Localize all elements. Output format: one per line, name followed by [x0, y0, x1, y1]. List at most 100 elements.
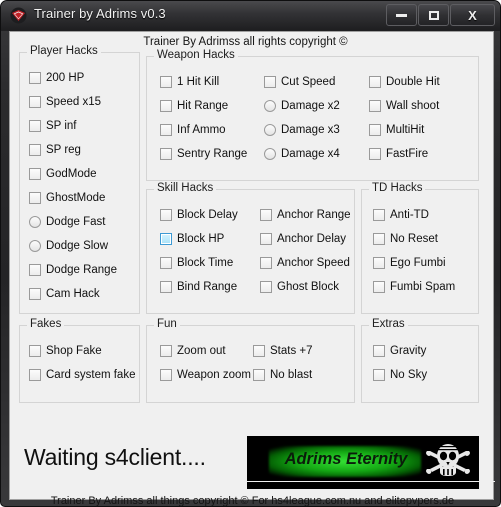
option-speed-x15[interactable]: Speed x15 — [29, 95, 101, 109]
option-weapon-zoom[interactable]: Weapon zoom — [160, 368, 251, 382]
option-ghostmode[interactable]: GhostMode — [29, 191, 105, 205]
checkbox-icon[interactable] — [160, 345, 172, 357]
checkbox-icon[interactable] — [160, 369, 172, 381]
checkbox-icon[interactable] — [369, 124, 381, 136]
status-text: Waiting s4client.... — [24, 444, 206, 470]
checkbox-icon[interactable] — [373, 369, 385, 381]
option-no-sky[interactable]: No Sky — [373, 368, 427, 382]
radio-icon[interactable] — [264, 100, 276, 112]
option-bind-range[interactable]: Bind Range — [160, 280, 237, 294]
checkbox-icon[interactable] — [29, 96, 41, 108]
close-button[interactable]: X — [450, 4, 495, 26]
option-dodge-fast[interactable]: Dodge Fast — [29, 215, 105, 229]
checkbox-icon[interactable] — [29, 264, 41, 276]
option-sp-reg[interactable]: SP reg — [29, 143, 81, 157]
checkbox-icon[interactable] — [29, 369, 41, 381]
minimize-button[interactable] — [386, 4, 417, 26]
option-label: Shop Fake — [46, 345, 102, 357]
radio-icon[interactable] — [29, 216, 41, 228]
checkbox-icon[interactable] — [160, 76, 172, 88]
option-card-system-fake[interactable]: Card system fake — [29, 368, 135, 382]
checkbox-icon[interactable] — [369, 100, 381, 112]
option-sp-inf[interactable]: SP inf — [29, 119, 76, 133]
checkbox-icon[interactable] — [373, 345, 385, 357]
option-label: Damage x2 — [281, 100, 340, 112]
option-200-hp[interactable]: 200 HP — [29, 71, 84, 85]
checkbox-icon[interactable] — [160, 233, 172, 245]
option-double-hit[interactable]: Double Hit — [369, 75, 440, 89]
option-ghost-block[interactable]: Ghost Block — [260, 280, 339, 294]
option-dodge-slow[interactable]: Dodge Slow — [29, 239, 108, 253]
option-anchor-delay[interactable]: Anchor Delay — [260, 232, 346, 246]
checkbox-icon[interactable] — [160, 257, 172, 269]
checkbox-icon[interactable] — [260, 257, 272, 269]
option-ego-fumbi[interactable]: Ego Fumbi — [373, 256, 446, 270]
checkbox-icon[interactable] — [29, 345, 41, 357]
checkbox-icon[interactable] — [253, 345, 265, 357]
checkbox-icon[interactable] — [260, 281, 272, 293]
option-anti-td[interactable]: Anti-TD — [373, 208, 429, 222]
maximize-button[interactable] — [418, 4, 449, 26]
checkbox-icon[interactable] — [260, 233, 272, 245]
option-label: Anchor Delay — [277, 233, 347, 245]
option-label: Anchor Speed — [277, 257, 350, 269]
option-damage-x3[interactable]: Damage x3 — [264, 123, 340, 137]
group-label-player-hacks: Player Hacks — [27, 45, 101, 57]
checkbox-icon[interactable] — [160, 148, 172, 160]
option-inf-ammo[interactable]: Inf Ammo — [160, 123, 226, 137]
option-cut-speed[interactable]: Cut Speed — [264, 75, 335, 89]
option-dodge-range[interactable]: Dodge Range — [29, 263, 117, 277]
maximize-icon — [428, 10, 439, 20]
option-no-reset[interactable]: No Reset — [373, 232, 438, 246]
option-label: 200 HP — [46, 72, 85, 84]
option-zoom-out[interactable]: Zoom out — [160, 344, 226, 358]
option-cam-hack[interactable]: Cam Hack — [29, 287, 100, 301]
option-anchor-speed[interactable]: Anchor Speed — [260, 256, 350, 270]
option-fastfire[interactable]: FastFire — [369, 147, 428, 161]
option-godmode[interactable]: GodMode — [29, 167, 97, 181]
checkbox-icon[interactable] — [29, 120, 41, 132]
window-title: Trainer by Adrims v0.3 — [34, 6, 166, 21]
option-wall-shoot[interactable]: Wall shoot — [369, 99, 439, 113]
option-block-hp[interactable]: Block HP — [160, 232, 224, 246]
checkbox-icon[interactable] — [29, 192, 41, 204]
checkbox-icon[interactable] — [373, 233, 385, 245]
checkbox-icon[interactable] — [373, 281, 385, 293]
checkbox-icon[interactable] — [264, 76, 276, 88]
option-block-time[interactable]: Block Time — [160, 256, 233, 270]
option-damage-x4[interactable]: Damage x4 — [264, 147, 340, 161]
option-sentry-range[interactable]: Sentry Range — [160, 147, 247, 161]
radio-icon[interactable] — [264, 124, 276, 136]
radio-icon[interactable] — [29, 240, 41, 252]
checkbox-icon[interactable] — [373, 209, 385, 221]
option-anchor-range[interactable]: Anchor Range — [260, 208, 351, 222]
checkbox-icon[interactable] — [369, 148, 381, 160]
option-gravity[interactable]: Gravity — [373, 344, 426, 358]
option-block-delay[interactable]: Block Delay — [160, 208, 238, 222]
option-label: Anchor Range — [277, 209, 351, 221]
radio-icon[interactable] — [264, 148, 276, 160]
checkbox-icon[interactable] — [160, 281, 172, 293]
checkbox-icon[interactable] — [29, 144, 41, 156]
checkbox-icon[interactable] — [29, 288, 41, 300]
option-fumbi-spam[interactable]: Fumbi Spam — [373, 280, 455, 294]
checkbox-icon[interactable] — [160, 100, 172, 112]
option-hit-range[interactable]: Hit Range — [160, 99, 228, 113]
option-no-blast[interactable]: No blast — [253, 368, 312, 382]
title-bar[interactable]: Trainer by Adrims v0.3 X — [1, 1, 500, 31]
checkbox-icon[interactable] — [29, 72, 41, 84]
option-1-hit-kill[interactable]: 1 Hit Kill — [160, 75, 219, 89]
checkbox-icon[interactable] — [253, 369, 265, 381]
checkbox-icon[interactable] — [369, 76, 381, 88]
checkbox-icon[interactable] — [29, 168, 41, 180]
checkbox-icon[interactable] — [160, 209, 172, 221]
checkbox-icon[interactable] — [260, 209, 272, 221]
option-multihit[interactable]: MultiHit — [369, 123, 424, 137]
option-stats-plus-7[interactable]: Stats +7 — [253, 344, 313, 358]
option-damage-x2[interactable]: Damage x2 — [264, 99, 340, 113]
option-label: Block Time — [177, 257, 234, 269]
checkbox-icon[interactable] — [160, 124, 172, 136]
checkbox-icon[interactable] — [373, 257, 385, 269]
option-label: No Sky — [390, 369, 428, 381]
option-shop-fake[interactable]: Shop Fake — [29, 344, 102, 358]
